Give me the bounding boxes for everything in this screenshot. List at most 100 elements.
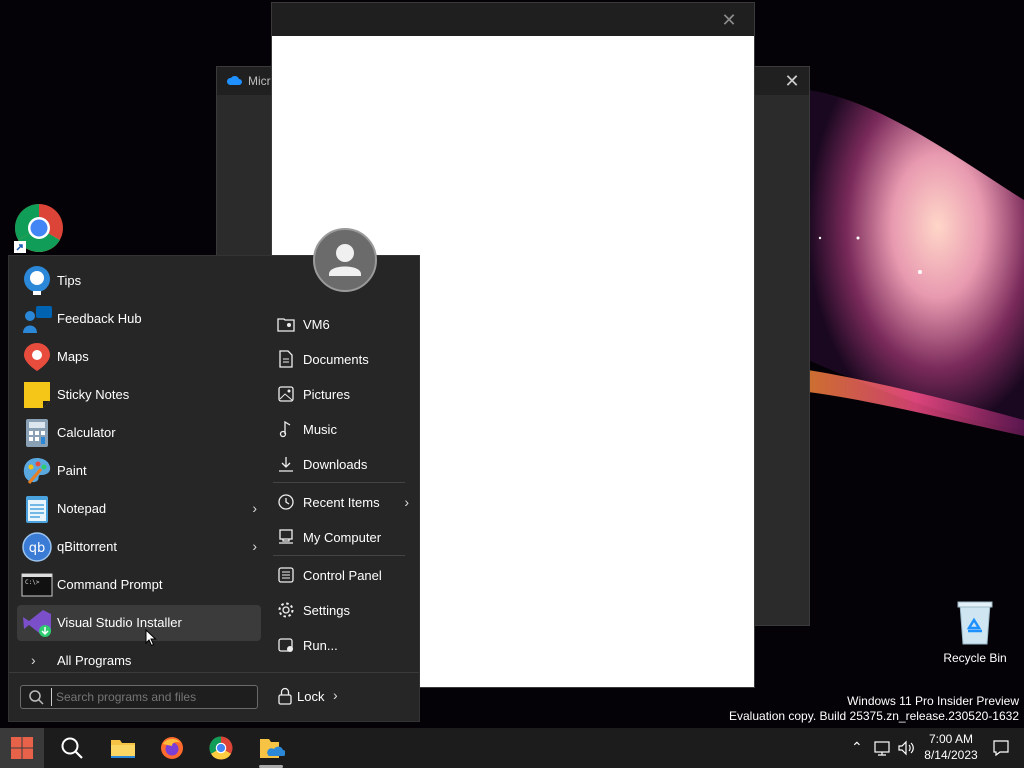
maps-icon [24,343,50,371]
start-menu[interactable]: Tips Feedback Hub Maps Sticky Notes Calc… [8,228,420,722]
search-input[interactable] [51,688,254,706]
chevron-right-icon[interactable]: › [333,687,338,703]
lock-icon [278,687,292,705]
app-label: Visual Studio Installer [57,615,182,630]
app-item-paint[interactable]: Paint [17,453,261,489]
picture-icon [278,386,294,402]
windows-logo-icon [11,737,33,759]
svg-text:qb: qb [29,541,46,556]
app-label: Calculator [57,425,116,440]
show-hidden-icons-button[interactable]: ⌃ [851,739,863,756]
close-button[interactable]: ✕ [781,70,803,92]
recycle-bin-icon [957,601,993,645]
recycle-bin[interactable]: Recycle Bin [938,600,1012,670]
lock-button[interactable]: Lock › [273,684,353,708]
place-run[interactable]: Run... [273,630,409,660]
start-menu-divider [9,672,419,673]
app-label: Feedback Hub [57,311,142,326]
app-item-calculator[interactable]: Calculator [17,415,261,451]
qbittorrent-icon: qb [22,532,52,562]
watermark-line-1: Windows 11 Pro Insider Preview [847,694,1019,708]
app-item-qbittorrent[interactable]: qb qBittorrent › [17,529,261,565]
all-programs-button[interactable]: › All Programs [17,650,261,674]
place-label: Music [303,422,337,437]
app-label: Notepad [57,501,107,516]
notepad-icon [26,496,48,523]
app-item-maps[interactable]: Maps [17,339,261,375]
volume-icon[interactable] [897,739,915,757]
app-item-visual-studio-installer[interactable]: Visual Studio Installer [17,605,261,641]
visual-studio-installer-icon [23,610,51,637]
file-explorer-button[interactable] [100,728,144,768]
place-label: My Computer [303,530,382,545]
app-item-sticky-notes[interactable]: Sticky Notes [17,377,261,413]
submenu-arrow-icon: › [404,494,409,510]
feedback-hub-icon [23,306,52,333]
calculator-icon [26,419,48,447]
place-label: Run... [303,638,338,653]
chrome-icon [209,736,233,760]
mouse-cursor-icon [145,629,157,647]
paint-icon [23,458,51,484]
app-item-notepad[interactable]: Notepad › [17,491,261,527]
place-recent-items[interactable]: Recent Items › [273,487,409,517]
clock[interactable]: 7:00 AM 8/14/2023 [920,731,982,763]
onedrive-folder-button[interactable] [249,728,293,768]
search-box[interactable] [20,685,258,709]
search-icon [61,737,83,759]
blank-window-titlebar[interactable]: ✕ [272,3,754,36]
places-separator [273,555,405,556]
place-settings[interactable]: Settings [273,595,409,625]
sticky-notes-icon [24,382,50,408]
app-label: Paint [57,463,87,478]
app-label: Tips [57,273,82,288]
network-icon[interactable] [874,739,892,757]
place-downloads[interactable]: Downloads [273,449,409,479]
app-item-feedback-hub[interactable]: Feedback Hub [17,301,261,337]
run-icon [278,638,293,652]
firefox-button[interactable] [150,728,194,768]
all-programs-label: All Programs [57,653,132,668]
command-prompt-icon: C:\> [21,573,53,597]
chrome-shortcut[interactable] [12,203,66,255]
search-icon [29,690,44,705]
close-button[interactable]: ✕ [718,9,740,31]
start-button[interactable] [0,728,44,768]
place-vm6[interactable]: VM6 [273,309,409,339]
places-separator [273,482,405,483]
user-avatar[interactable] [313,228,377,292]
app-item-command-prompt[interactable]: C:\> Command Prompt [17,567,261,603]
folder-icon [111,740,135,758]
clock-icon [278,494,294,510]
place-label: VM6 [303,317,330,332]
place-label: Downloads [303,457,368,472]
watermark-line-2: Evaluation copy. Build 25375.zn_release.… [729,709,1019,723]
place-label: Control Panel [303,568,382,583]
taskbar: ⌃ 7:00 AM 8/14/2023 [0,728,1024,768]
submenu-arrow-icon: › [252,500,257,516]
notification-icon[interactable] [992,739,1010,757]
user-folder-icon [277,318,295,332]
chrome-button[interactable] [199,728,243,768]
music-icon [279,420,291,438]
place-my-computer[interactable]: My Computer [273,522,409,552]
gear-icon [278,602,294,618]
place-label: Pictures [303,387,350,402]
shortcut-arrow-icon [14,241,26,253]
computer-icon [279,529,293,544]
place-pictures[interactable]: Pictures [273,379,409,409]
place-control-panel[interactable]: Control Panel [273,560,409,590]
document-icon [279,350,293,368]
app-item-tips[interactable]: Tips [17,263,261,299]
clock-date: 8/14/2023 [924,748,978,762]
tips-icon [24,266,50,295]
place-documents[interactable]: Documents [273,344,409,374]
taskbar-search-button[interactable] [50,728,94,768]
firefox-icon [161,737,183,759]
place-music[interactable]: Music [273,414,409,444]
lock-label: Lock [297,689,325,704]
svg-text:C:\>: C:\> [25,579,40,586]
app-label: Command Prompt [57,577,163,592]
chevron-right-icon: › [31,652,36,668]
place-label: Documents [303,352,369,367]
